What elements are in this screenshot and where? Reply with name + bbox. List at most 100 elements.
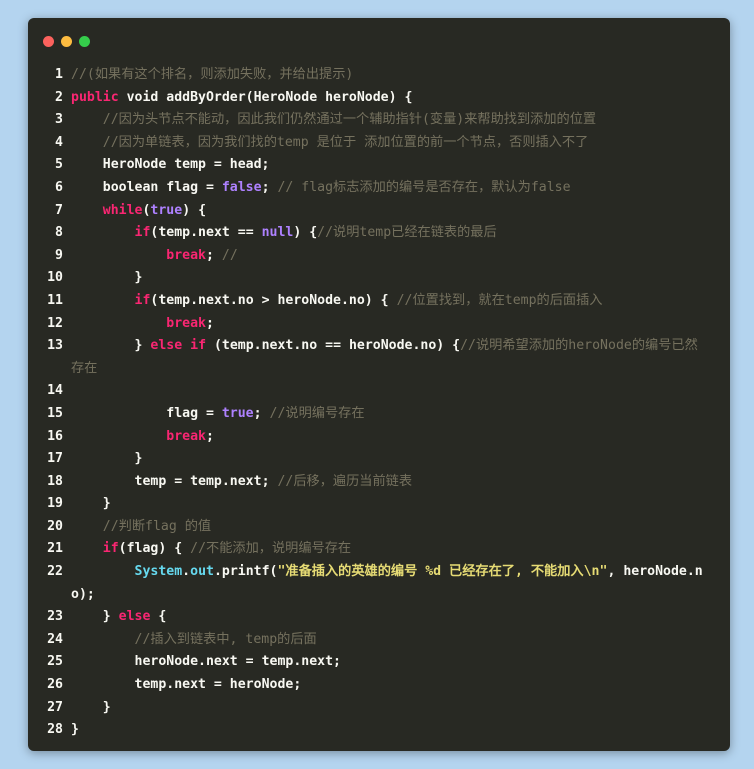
line-number: 14 [47, 383, 63, 399]
code-token-comment: //插入到链表中, temp的后面 [134, 631, 317, 647]
code-token-keyword: break [166, 428, 206, 444]
code-token-plain: } [71, 699, 111, 715]
code-token-literal: true [221, 405, 254, 421]
code-line: 22 System.out.printf("准备插入的英雄的编号 %d 已经存在… [28, 561, 730, 606]
code-token-builtin: System [134, 564, 183, 580]
code-token-keyword: else [118, 609, 151, 625]
code-line: 21 if(flag) { //不能添加，说明编号存在 [28, 538, 730, 561]
minimize-dot-icon [61, 36, 72, 47]
line-number: 2 [55, 89, 63, 105]
code-token-plain: .printf( [213, 564, 278, 580]
code-token-literal: false [221, 179, 262, 195]
code-token-plain: } [71, 270, 143, 286]
code-token-keyword: break [166, 247, 206, 263]
code-line: 27 } [28, 697, 730, 720]
code-line: 5 HeroNode temp = head; [28, 154, 730, 177]
code-token-comment: // [221, 247, 238, 263]
code-token-plain: ; [205, 247, 222, 263]
maximize-dot-icon [79, 36, 90, 47]
line-number: 1 [55, 67, 63, 82]
code-line: 8 if(temp.next == null) {//说明temp已经在链表的最… [28, 222, 730, 245]
code-line: 4 //因为单链表，因为我们找的temp 是位于 添加位置的前一个节点，否则插入… [28, 132, 730, 155]
code-line: 16 break; [28, 426, 730, 449]
code-line: 1 //(如果有这个排名，则添加失败，并给出提示) [28, 64, 730, 87]
code-token-plain: boolean flag = [71, 179, 222, 195]
code-token-comment: //因为单链表，因为我们找的temp 是位于 添加位置的前一个节点，否则插入不了 [102, 134, 589, 150]
code-line: 2 public void addByOrder(HeroNode heroNod… [28, 87, 730, 110]
code-line: 28} [28, 719, 730, 742]
code-line: 11 if(temp.next.no > heroNode.no) { //位置… [28, 290, 730, 313]
code-token-plain: ; [253, 405, 270, 421]
code-token-plain: } [71, 451, 143, 467]
code-line: 18 temp = temp.next; //后移，遍历当前链表 [28, 471, 730, 494]
close-dot-icon [43, 36, 54, 47]
code-line: 13 } else if (temp.next.no == heroNode.n… [28, 335, 730, 380]
line-number: 7 [55, 202, 63, 218]
line-number: 23 [47, 609, 63, 625]
code-token-comment: //位置找到，就在temp的后面插入 [396, 292, 603, 308]
code-line: 25 heroNode.next = temp.next; [28, 651, 730, 674]
code-line: 14 [28, 380, 730, 403]
line-number: 12 [47, 315, 63, 331]
code-token-plain: void addByOrder(HeroNode heroNode) { [118, 89, 413, 105]
code-token-plain: ; [261, 179, 278, 195]
line-number: 8 [55, 225, 63, 241]
code-token-keyword: break [166, 315, 206, 331]
code-line: 10 } [28, 267, 730, 290]
code-token-plain: . [182, 564, 191, 580]
line-number: 18 [47, 473, 63, 489]
line-number: 10 [47, 270, 63, 286]
code-token-keyword: public [71, 89, 119, 105]
code-line: 24 //插入到链表中, temp的后面 [28, 629, 730, 652]
code-line: 9 break; // [28, 245, 730, 268]
code-token-string: "准备插入的英雄的编号 %d 已经存在了, 不能加入\n" [277, 564, 608, 580]
line-number: 19 [47, 496, 63, 512]
code-token-plain: { [150, 609, 167, 625]
code-token-plain: flag = [71, 405, 222, 421]
code-token-plain: } [71, 722, 79, 738]
code-token-plain: (temp.next.no == heroNode.no) { [206, 338, 461, 354]
code-block: 1 //(如果有这个排名，则添加失败，并给出提示) 2 public void add… [28, 64, 730, 742]
code-token-comment: //说明编号存在 [269, 405, 365, 421]
code-line: 23 } else { [28, 606, 730, 629]
code-token-plain: ) { [182, 202, 207, 218]
code-line: 17 } [28, 448, 730, 471]
line-number: 3 [55, 112, 63, 128]
line-number: 6 [55, 179, 63, 195]
code-token-keyword: if [190, 338, 207, 354]
code-token-plain: ; [205, 315, 214, 331]
code-token-comment: //说明temp已经在链表的最后 [317, 225, 497, 241]
code-line: 6 boolean flag = false; // flag标志添加的编号是否… [28, 177, 730, 200]
code-token-keyword: if [134, 292, 151, 308]
line-number: 27 [47, 699, 63, 715]
code-token-plain: } [71, 496, 111, 512]
code-line: 15 flag = true; //说明编号存在 [28, 403, 730, 426]
line-number: 26 [47, 677, 63, 693]
code-token-keyword: if [134, 225, 151, 241]
code-token-plain: heroNode.next = temp.next; [71, 654, 341, 670]
code-token-comment: //不能添加，说明编号存在 [190, 541, 352, 557]
code-token-builtin: out [190, 564, 214, 580]
line-number: 16 [47, 428, 63, 444]
code-token-plain: } [71, 338, 151, 354]
line-number: 5 [55, 157, 63, 173]
code-line: 7 while(true) { [28, 200, 730, 223]
line-number: 11 [47, 292, 63, 308]
code-token-comment: //因为头节点不能动，因此我们仍然通过一个辅助指针(变量)来帮助找到添加的位置 [102, 112, 597, 128]
code-token-plain: (flag) { [118, 541, 191, 557]
line-number: 25 [47, 654, 63, 670]
window-titlebar [28, 18, 730, 64]
code-line: 26 temp.next = heroNode; [28, 674, 730, 697]
line-number: 4 [55, 134, 63, 150]
code-token-comment: //后移，遍历当前链表 [277, 473, 413, 489]
code-line: 3 //因为头节点不能动，因此我们仍然通过一个辅助指针(变量)来帮助找到添加的位… [28, 109, 730, 132]
